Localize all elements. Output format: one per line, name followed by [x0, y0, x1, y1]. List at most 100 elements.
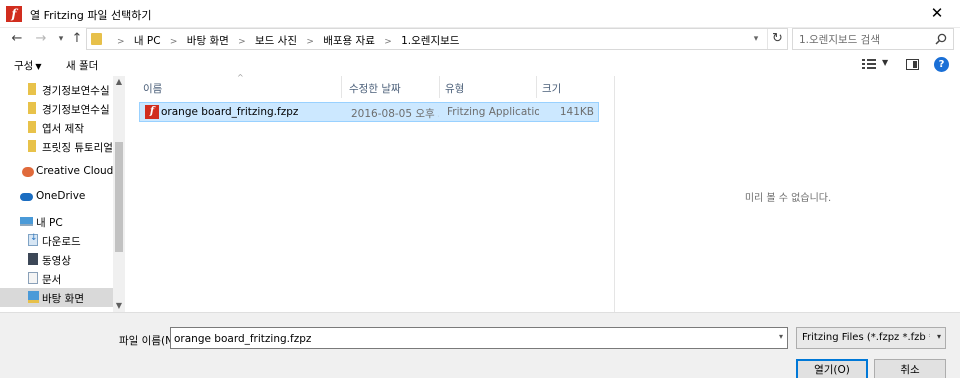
downloads-icon: [28, 233, 38, 246]
nav-item-label: Creative Cloud Fil: [36, 165, 125, 177]
search-input[interactable]: [799, 32, 929, 47]
file-size: 141KB: [559, 106, 594, 118]
bottom-panel: 파일 이름(N): ▾ Fritzing Files (*.fzpz *.fzb…: [0, 312, 960, 378]
filename-input[interactable]: [174, 331, 754, 346]
nav-item-creative-cloud[interactable]: Creative Cloud Fil: [0, 162, 125, 181]
breadcrumb-item[interactable]: 1.오렌지보드: [401, 35, 459, 47]
breadcrumb: > 내 PC > 바탕 화면 > 보드 사진 > 배포용 자료 > 1.오렌지보…: [111, 33, 459, 48]
search-box[interactable]: [792, 28, 954, 50]
folder-icon: [28, 121, 36, 133]
window-title: 열 Fritzing 파일 선택하기: [30, 9, 152, 22]
command-bar: 구성 ▼ 새 폴더 ▼ ?: [0, 54, 960, 76]
navigation-pane: 경기정보연수실 경기정보연수실 엽서 제작 프릿징 튜토리얼 Creative …: [0, 76, 125, 312]
address-bar[interactable]: > 내 PC > 바탕 화면 > 보드 사진 > 배포용 자료 > 1.오렌지보…: [86, 28, 788, 50]
view-options-icon[interactable]: [862, 58, 876, 70]
column-header-size[interactable]: 크기: [542, 81, 561, 96]
filetype-select[interactable]: Fritzing Files (*.fzpz *.fzb *.fzbz ▾: [796, 327, 946, 349]
column-headers: ^ 이름 수정한 날짜 유형 크기: [137, 73, 600, 98]
column-header-name[interactable]: 이름: [143, 81, 162, 96]
column-divider[interactable]: [439, 76, 440, 98]
new-folder-button[interactable]: 새 폴더: [66, 58, 98, 73]
preview-unavailable-message: 미리 볼 수 없습니다.: [744, 193, 832, 204]
folder-icon: [28, 102, 36, 114]
nav-item-this-pc[interactable]: 내 PC: [0, 212, 113, 231]
breadcrumb-item[interactable]: 보드 사진: [255, 35, 297, 47]
nav-item-label: 엽서 제작: [42, 123, 84, 135]
refresh-icon[interactable]: ↻: [767, 29, 787, 49]
nav-item-documents[interactable]: 문서: [0, 269, 113, 288]
nav-item-label: 바탕 화면: [42, 293, 84, 305]
nav-item-label: OneDrive: [36, 190, 86, 202]
file-date: 2016-08-05 오후 5...: [351, 108, 439, 120]
nav-item-fritzing-tutorial[interactable]: 프릿징 튜토리얼: [0, 137, 113, 156]
close-button[interactable]: ✕: [914, 0, 960, 28]
breadcrumb-item[interactable]: 배포용 자료: [323, 35, 375, 47]
address-row: ← → ▾ ↑ > 내 PC > 바탕 화면 > 보드 사진 > 배포용 자료 …: [0, 28, 960, 50]
filename-combobox[interactable]: ▾: [170, 327, 788, 349]
search-icon[interactable]: [935, 33, 947, 45]
sort-ascending-icon: ^: [237, 73, 244, 82]
nav-item-postcard[interactable]: 엽서 제작: [0, 118, 113, 137]
back-arrow-icon[interactable]: ←: [8, 30, 26, 48]
folder-icon: [28, 83, 36, 95]
nav-item-label: 다운로드: [42, 236, 81, 248]
chevron-right-icon: >: [238, 37, 246, 47]
chevron-right-icon: >: [169, 37, 178, 47]
help-icon[interactable]: ?: [934, 57, 949, 72]
column-divider[interactable]: [536, 76, 537, 98]
breadcrumb-item[interactable]: 바탕 화면: [187, 35, 229, 47]
nav-item-label: 내 PC: [36, 217, 63, 229]
nav-item-quick-access-2[interactable]: 경기정보연수실: [0, 99, 113, 118]
preview-pane-icon[interactable]: [906, 59, 919, 70]
forward-arrow-icon[interactable]: →: [32, 30, 50, 48]
column-divider[interactable]: [341, 76, 342, 98]
desktop-icon: [28, 291, 39, 303]
videos-icon: [28, 253, 38, 265]
file-list: ^ 이름 수정한 날짜 유형 크기 f orange board_fritzin…: [137, 73, 600, 312]
fritzing-app-icon: f: [6, 6, 22, 22]
filetype-value: Fritzing Files (*.fzpz *.fzb *.fzbz: [802, 332, 930, 343]
preview-pane: 미리 볼 수 없습니다.: [614, 76, 960, 312]
onedrive-icon: [20, 193, 33, 201]
scroll-up-icon[interactable]: ▲: [113, 76, 125, 88]
open-button[interactable]: 열기(O): [796, 359, 868, 378]
chevron-right-icon: >: [384, 37, 392, 47]
view-options-chevron-icon[interactable]: ▼: [882, 58, 888, 67]
chevron-down-icon[interactable]: ▾: [779, 332, 783, 341]
cancel-button[interactable]: 취소: [874, 359, 946, 378]
nav-item-onedrive[interactable]: OneDrive: [0, 187, 113, 206]
nav-item-downloads[interactable]: 다운로드: [0, 231, 113, 250]
file-row-selected[interactable]: f orange board_fritzing.fzpz 2016-08-05 …: [139, 102, 599, 122]
nav-item-videos[interactable]: 동영상: [0, 250, 113, 269]
title-bar: f 열 Fritzing 파일 선택하기 ✕: [0, 0, 960, 28]
chevron-down-icon[interactable]: ▾: [937, 332, 941, 341]
nav-item-desktop[interactable]: 바탕 화면: [0, 288, 113, 307]
breadcrumb-item[interactable]: 내 PC: [134, 35, 161, 47]
chevron-right-icon: >: [117, 37, 125, 47]
address-dropdown-chevron-icon[interactable]: ▾: [747, 29, 765, 49]
nav-item-label: 동영상: [42, 255, 71, 267]
column-header-type[interactable]: 유형: [445, 81, 464, 96]
nav-item-label: 경기정보연수실: [42, 104, 110, 116]
file-name: orange board_fritzing.fzpz: [161, 106, 299, 118]
nav-item-quick-access-1[interactable]: 경기정보연수실: [0, 80, 113, 99]
nav-item-label: 문서: [42, 274, 62, 286]
organize-label: 구성: [14, 60, 34, 72]
nav-item-label: 프릿징 튜토리얼: [42, 142, 113, 154]
up-arrow-icon[interactable]: ↑: [68, 30, 86, 48]
navigation-scrollbar[interactable]: ▲ ▼: [113, 76, 125, 312]
file-type: Fritzing Application: [447, 106, 539, 118]
scroll-down-icon[interactable]: ▼: [113, 300, 125, 312]
creative-cloud-icon: [22, 167, 34, 177]
computer-icon: [20, 217, 33, 226]
folder-icon: [91, 33, 102, 45]
scrollbar-thumb[interactable]: [115, 142, 123, 252]
column-header-date[interactable]: 수정한 날짜: [349, 81, 401, 96]
documents-icon: [28, 272, 38, 284]
chevron-right-icon: >: [306, 37, 314, 47]
folder-icon: [28, 140, 36, 152]
nav-item-label: 경기정보연수실: [42, 85, 110, 97]
organize-button[interactable]: 구성 ▼: [14, 58, 41, 73]
fritzing-file-icon: f: [145, 105, 159, 119]
chevron-down-icon: ▼: [35, 62, 42, 71]
